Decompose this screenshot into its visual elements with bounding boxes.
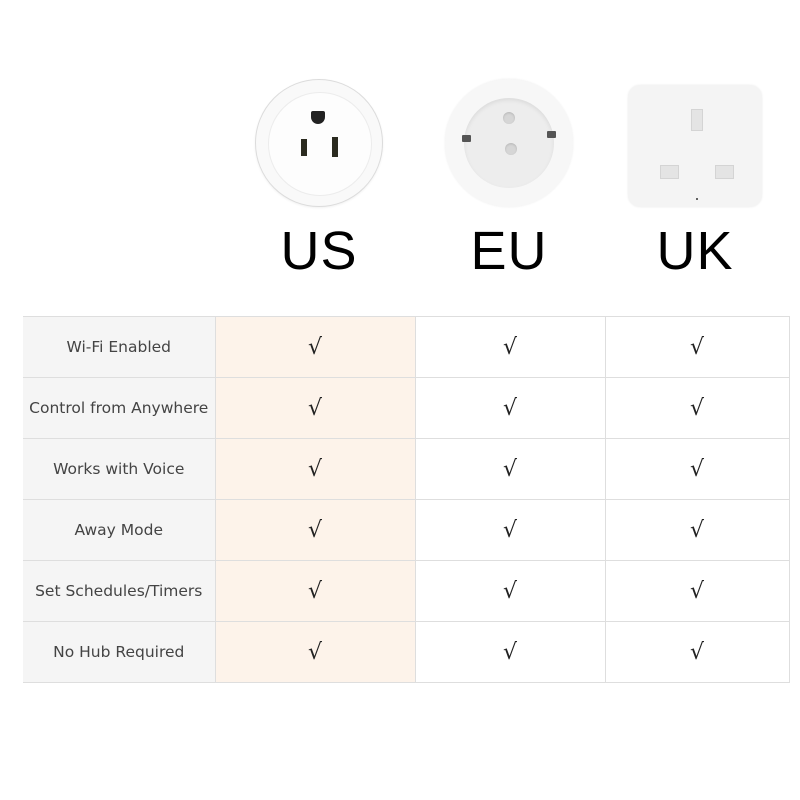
check-icon: √ xyxy=(689,517,705,543)
check-icon: √ xyxy=(307,334,323,360)
product-eu: EU xyxy=(414,78,604,288)
check-icon: √ xyxy=(689,395,705,421)
check-icon: √ xyxy=(502,334,518,360)
cell-us: √ xyxy=(214,316,416,378)
check-icon: √ xyxy=(307,517,323,543)
check-icon: √ xyxy=(502,639,518,665)
check-icon: √ xyxy=(307,395,323,421)
check-icon: √ xyxy=(502,395,518,421)
feature-label: No Hub Required xyxy=(23,621,216,683)
cell-eu: √ xyxy=(414,560,606,622)
table-row: Wi-Fi Enabled √ √ √ xyxy=(23,316,790,378)
cell-uk: √ xyxy=(604,560,790,622)
table-row: Works with Voice √ √ √ xyxy=(23,438,790,500)
product-label-eu: EU xyxy=(470,221,548,281)
uk-socket-icon xyxy=(625,78,765,208)
cell-us: √ xyxy=(214,499,416,561)
cell-us: √ xyxy=(214,621,416,683)
check-icon: √ xyxy=(307,578,323,604)
check-icon: √ xyxy=(689,639,705,665)
cell-us: √ xyxy=(214,377,416,439)
cell-us: √ xyxy=(214,438,416,500)
check-icon: √ xyxy=(689,578,705,604)
eu-socket-icon xyxy=(444,78,574,208)
cell-uk: √ xyxy=(604,377,790,439)
check-icon: √ xyxy=(502,517,518,543)
product-label-uk: UK xyxy=(656,221,734,281)
cell-uk: √ xyxy=(604,621,790,683)
cell-eu: √ xyxy=(414,438,606,500)
product-label-us: US xyxy=(280,221,358,281)
cell-eu: √ xyxy=(414,377,606,439)
cell-eu: √ xyxy=(414,316,606,378)
check-icon: √ xyxy=(689,456,705,482)
table-row: No Hub Required √ √ √ xyxy=(23,621,790,683)
cell-uk: √ xyxy=(604,316,790,378)
cell-eu: √ xyxy=(414,621,606,683)
cell-uk: √ xyxy=(604,438,790,500)
check-icon: √ xyxy=(307,639,323,665)
check-icon: √ xyxy=(689,334,705,360)
product-us: US xyxy=(224,78,414,288)
feature-label: Works with Voice xyxy=(23,438,216,500)
table-row: Set Schedules/Timers √ √ √ xyxy=(23,560,790,622)
feature-label: Set Schedules/Timers xyxy=(23,560,216,622)
feature-label: Away Mode xyxy=(23,499,216,561)
check-icon: √ xyxy=(307,456,323,482)
table-row: Away Mode √ √ √ xyxy=(23,499,790,561)
product-uk: UK xyxy=(600,78,790,288)
check-icon: √ xyxy=(502,456,518,482)
feature-label: Wi-Fi Enabled xyxy=(23,316,216,378)
check-icon: √ xyxy=(502,578,518,604)
table-row: Control from Anywhere √ √ √ xyxy=(23,377,790,439)
comparison-table: Wi-Fi Enabled √ √ √ Control from Anywhere √ √ √… xyxy=(23,316,790,683)
cell-uk: √ xyxy=(604,499,790,561)
us-socket-icon xyxy=(254,78,384,208)
cell-eu: √ xyxy=(414,499,606,561)
feature-label: Control from Anywhere xyxy=(23,377,216,439)
cell-us: √ xyxy=(214,560,416,622)
